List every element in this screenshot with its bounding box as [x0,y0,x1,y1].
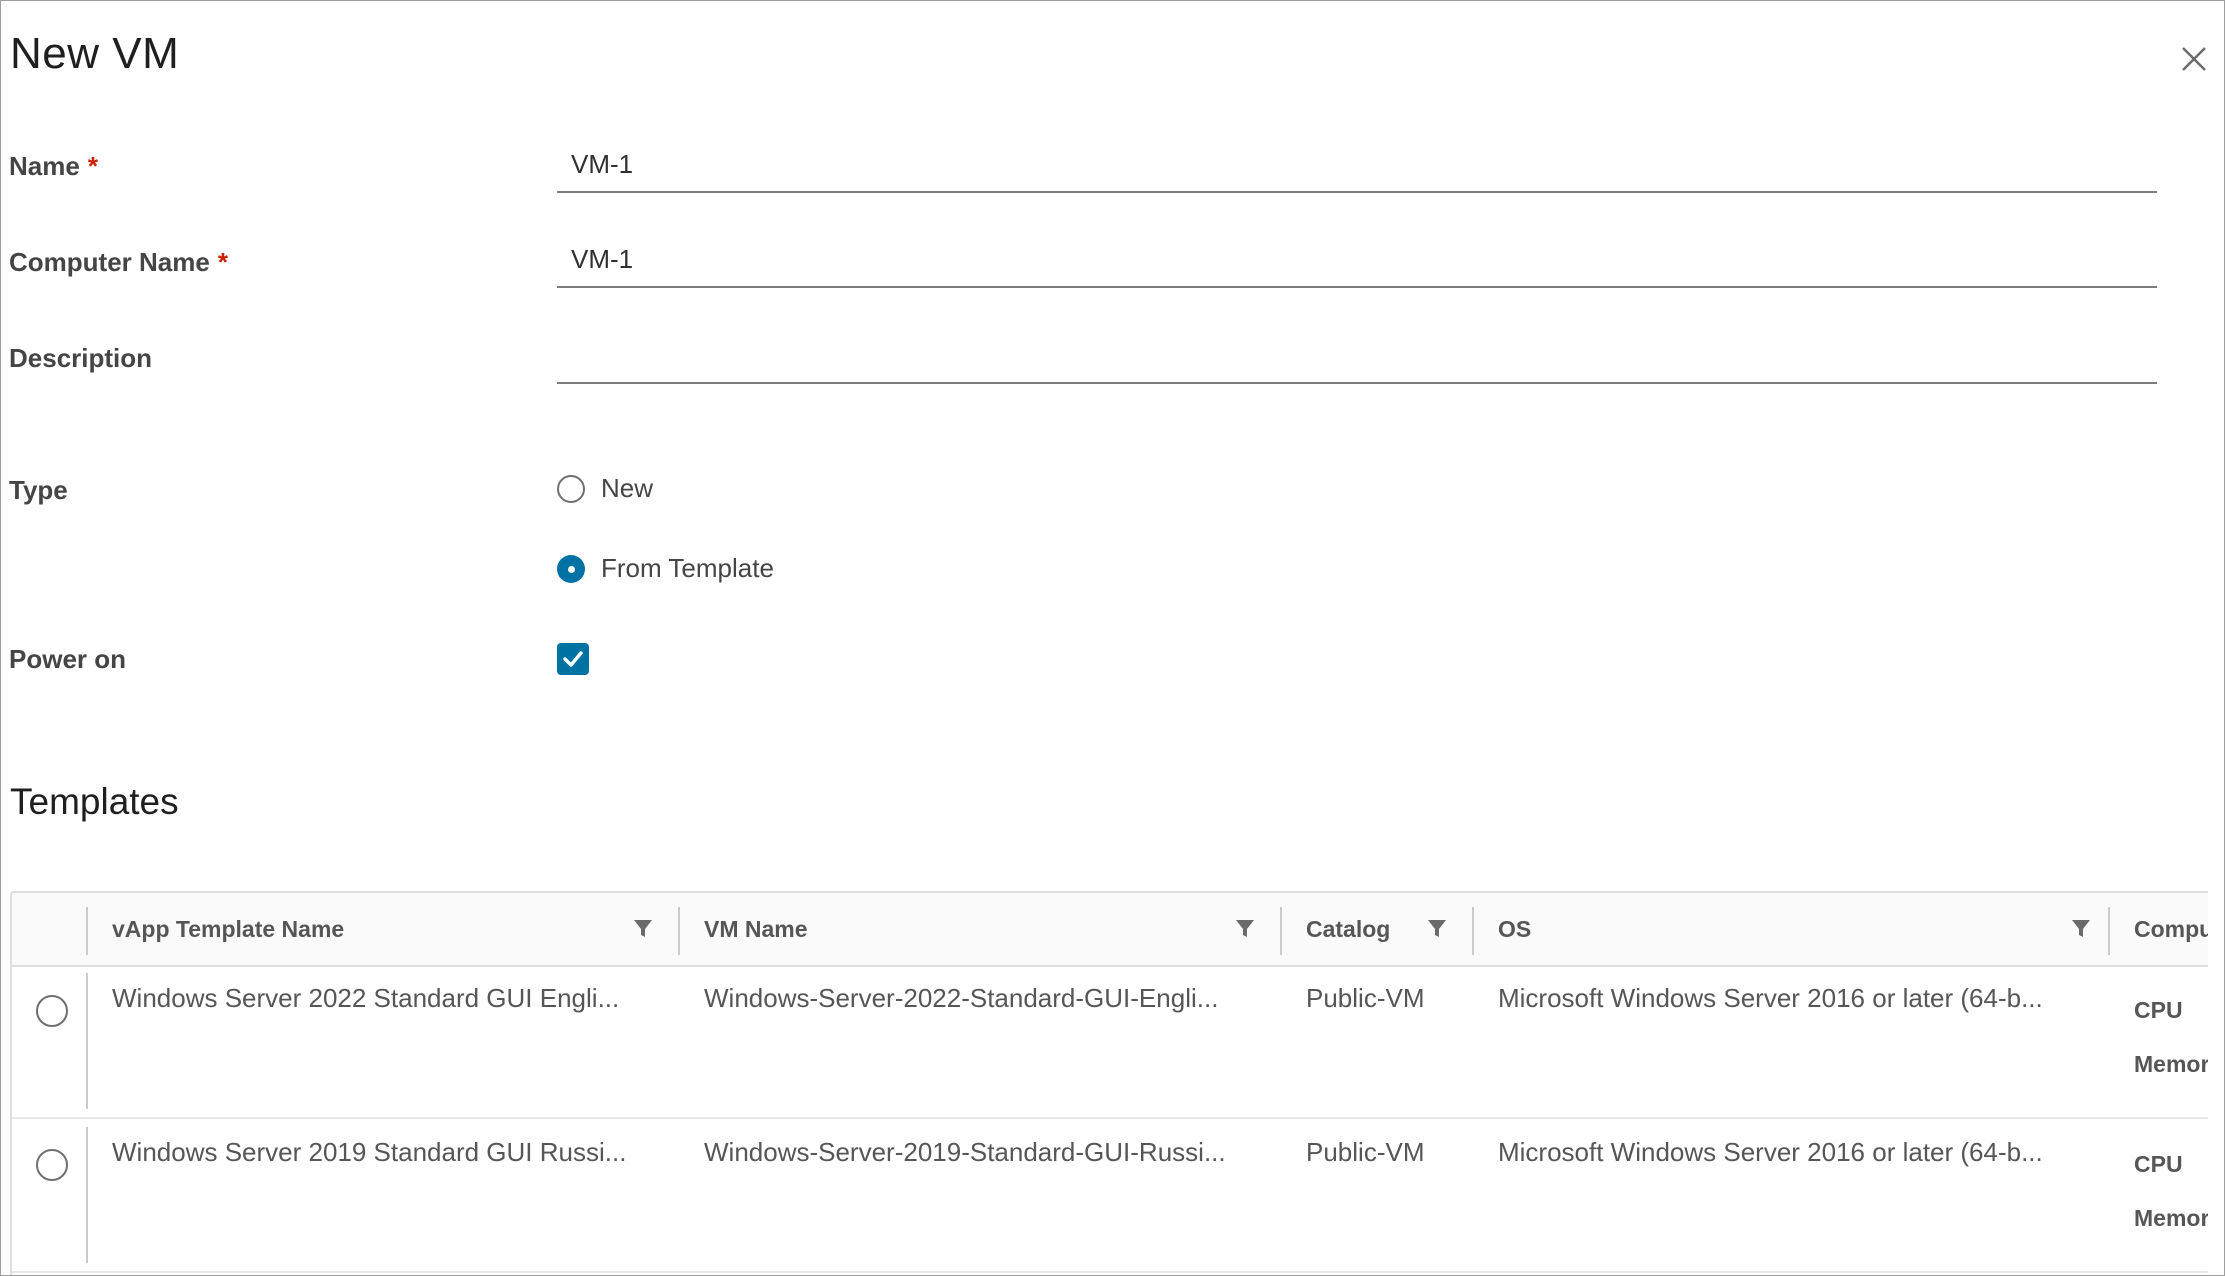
grid-header: vApp Template Name VM Name Catalog OS Co… [12,893,2208,967]
column-separator[interactable] [2108,907,2110,955]
cell-catalog: Public-VM [1306,983,1425,1013]
cell-compute-memory: Memor [2134,1051,2208,1077]
table-row[interactable]: Windows Server 2019 Standard GUI Russi..… [12,1119,2208,1273]
type-option-from-template[interactable]: From Template [557,553,774,584]
cell-os: Microsoft Windows Server 2016 or later (… [1498,1137,2043,1167]
column-header-vapp-template-name[interactable]: vApp Template Name [112,893,344,965]
close-icon[interactable] [2178,43,2210,75]
type-option-from-template-label: From Template [601,553,774,583]
column-header-os[interactable]: OS [1498,893,1531,965]
filter-icon[interactable] [1234,917,1256,941]
cell-vm-name: Windows-Server-2022-Standard-GUI-Engli..… [704,983,1219,1013]
filter-icon[interactable] [1426,917,1448,941]
column-separator[interactable] [1472,907,1474,955]
cell-compute-memory: Memor [2134,1205,2208,1231]
power-on-label-text: Power on [9,644,127,674]
computer-name-field[interactable] [557,232,2157,288]
power-on-checkbox[interactable] [557,643,589,675]
cell-vm-name: Windows-Server-2019-Standard-GUI-Russi..… [704,1137,1226,1167]
templates-grid: vApp Template Name VM Name Catalog OS Co… [10,891,2208,1275]
column-header-compute[interactable]: Compu [2134,893,2208,965]
type-option-new-label: New [601,473,654,503]
name-label-text: Name [9,151,80,181]
computer-name-label: Computer Name * [9,247,228,278]
cell-compute-cpu: CPU [2134,1151,2183,1177]
cell-catalog: Public-VM [1306,1137,1425,1167]
row-select-radio[interactable] [36,995,68,1027]
computer-name-input[interactable] [557,232,2157,286]
description-label: Description [9,343,152,374]
computer-name-label-text: Computer Name [9,247,210,277]
radio-new[interactable] [557,474,585,503]
filter-icon[interactable] [2070,917,2092,941]
cell-compute-cpu: CPU [2134,997,2183,1023]
required-marker: * [217,247,228,277]
description-input[interactable] [557,328,2157,382]
description-field[interactable] [557,328,2157,384]
row-divider [86,1127,88,1263]
cell-vapp-template-name: Windows Server 2022 Standard GUI Engli..… [112,983,620,1013]
cell-os: Microsoft Windows Server 2016 or later (… [1498,983,2043,1013]
name-field[interactable] [557,137,2157,193]
type-label: Type [9,475,68,506]
power-on-label: Power on [9,644,126,675]
type-label-text: Type [9,475,68,505]
column-separator[interactable] [1280,907,1282,955]
description-label-text: Description [9,343,153,373]
type-option-new[interactable]: New [557,473,653,504]
required-marker: * [87,151,98,181]
radio-from-template[interactable] [557,554,585,583]
cell-vapp-template-name: Windows Server 2019 Standard GUI Russi..… [112,1137,627,1167]
column-separator[interactable] [86,907,88,955]
templates-title: Templates [10,781,179,822]
new-vm-dialog: New VM Name* Computer Name* Description … [0,0,2225,1276]
column-header-vm-name[interactable]: VM Name [704,893,808,965]
dialog-title: New VM [10,29,180,78]
name-input[interactable] [557,137,2157,191]
filter-icon[interactable] [632,917,654,941]
row-select-radio[interactable] [36,1149,68,1181]
table-row[interactable]: Windows Server 2022 Standard GUI Engli..… [12,965,2208,1119]
name-label: Name * [9,151,98,182]
column-separator[interactable] [678,907,680,955]
row-divider [86,973,88,1109]
checkmark-icon [563,651,583,667]
column-header-catalog[interactable]: Catalog [1306,893,1390,965]
